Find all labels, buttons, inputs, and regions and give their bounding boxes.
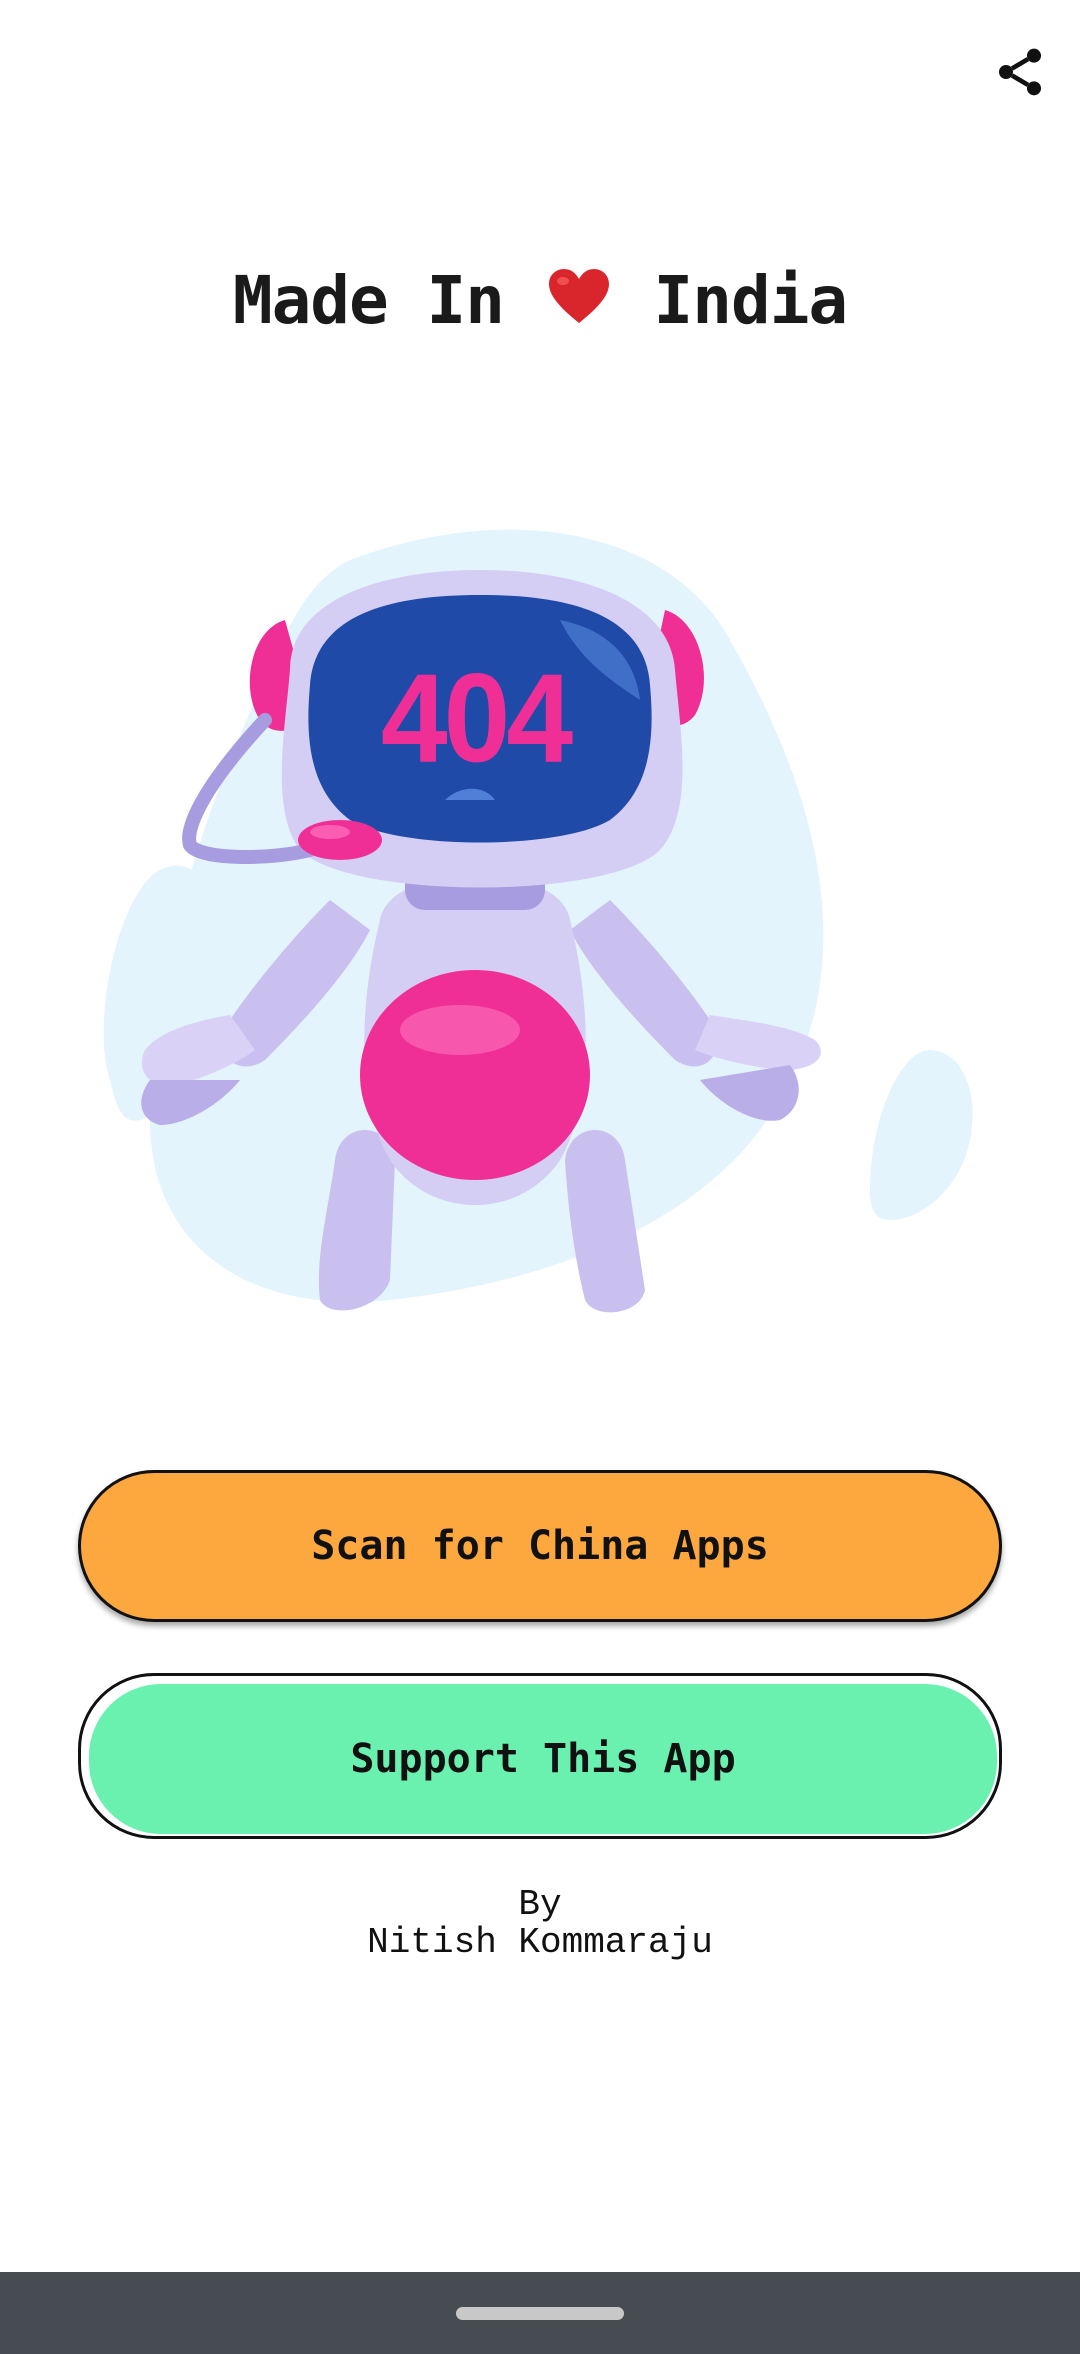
- title-prefix: Made In: [232, 262, 505, 339]
- support-button-label: Support This App: [350, 1736, 736, 1782]
- scan-button-label: Scan for China Apps: [311, 1523, 769, 1569]
- support-app-button[interactable]: Support This App: [78, 1673, 1002, 1839]
- robot-404-text: 404: [381, 649, 573, 789]
- red-heart-icon: [547, 266, 611, 343]
- credit-author: Nitish Kommaraju: [367, 1922, 713, 1963]
- author-credit: By Nitish Kommaraju: [0, 1886, 1080, 1962]
- credit-by: By: [518, 1884, 562, 1925]
- system-navigation-bar: [0, 2272, 1080, 2354]
- scan-china-apps-button[interactable]: Scan for China Apps: [78, 1470, 1002, 1622]
- title-suffix: India: [653, 262, 848, 339]
- page-title: Made In India: [0, 262, 1080, 343]
- support-button-fill: Support This App: [89, 1684, 997, 1834]
- share-icon: [999, 48, 1041, 96]
- robot-belly: [360, 970, 590, 1180]
- share-button[interactable]: [986, 38, 1054, 106]
- home-gesture-handle[interactable]: [456, 2307, 624, 2320]
- robot-404-illustration: 404: [90, 520, 990, 1360]
